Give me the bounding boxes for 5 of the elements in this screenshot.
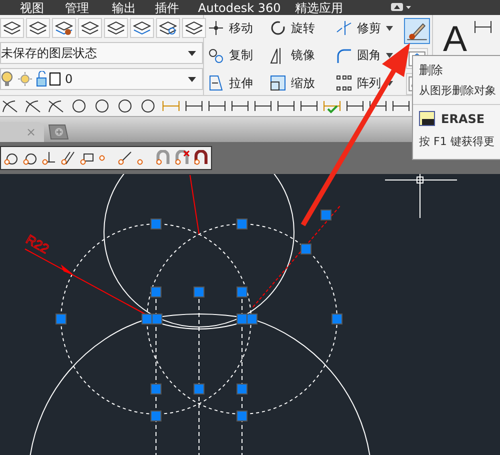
tooltip-help: 按 F1 键获得更 <box>419 134 496 149</box>
command-name: ERASE <box>441 112 485 126</box>
tooltip-title: 删除 <box>419 62 444 79</box>
tooltip-description: 从图形删除对象 <box>419 83 497 98</box>
dimension-text: R22 <box>24 232 52 257</box>
